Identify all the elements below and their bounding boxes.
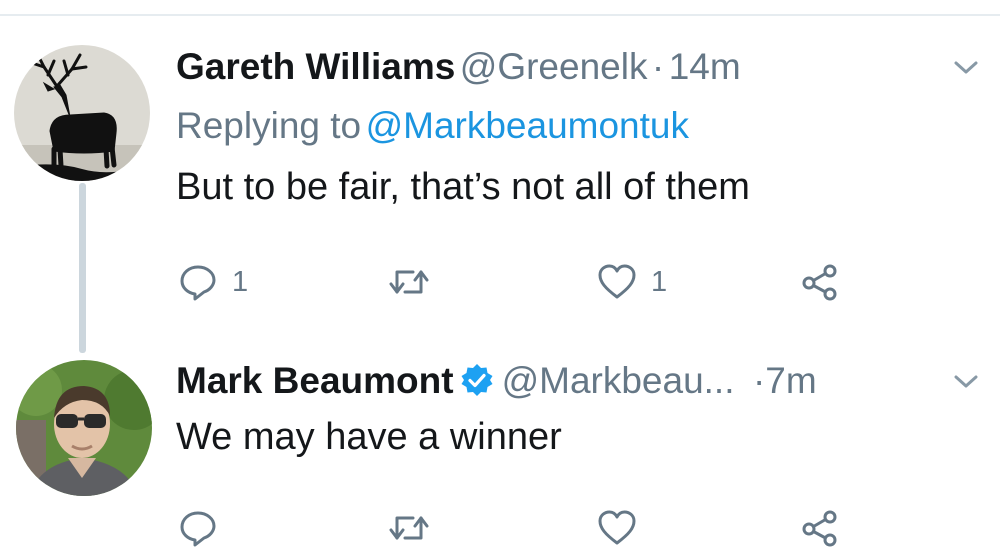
avatar-gareth[interactable] <box>14 45 150 181</box>
like-count: 1 <box>651 265 668 298</box>
retweet-icon <box>389 516 429 540</box>
heart-icon <box>598 264 636 299</box>
author-name[interactable]: Gareth Williams <box>176 46 455 87</box>
share-icon <box>802 264 837 301</box>
tweet-header: Gareth Williams @Greenelk · 14m <box>176 48 741 85</box>
top-divider <box>0 14 1000 16</box>
reply-icon <box>180 265 216 301</box>
like-button[interactable]: 1 <box>597 262 667 302</box>
profile-photo-image <box>16 360 152 496</box>
separator-dot: · <box>752 360 766 401</box>
author-handle[interactable]: @Greenelk <box>460 46 648 87</box>
elk-silhouette-image <box>14 45 150 181</box>
thread-connector-line <box>79 183 86 353</box>
like-button[interactable] <box>597 508 651 548</box>
share-button[interactable] <box>800 508 840 548</box>
tweet-timestamp[interactable]: 7m <box>765 360 816 401</box>
replying-to-handle[interactable]: @Markbeaumontuk <box>366 105 689 146</box>
author-handle[interactable]: @Markbeau... <box>502 360 735 401</box>
separator-dot: · <box>651 46 665 87</box>
author-name[interactable]: Mark Beaumont <box>176 360 454 401</box>
reply-button[interactable]: 1 <box>178 262 248 302</box>
retweet-icon <box>389 270 429 294</box>
heart-icon <box>598 510 636 545</box>
tweet-timestamp[interactable]: 14m <box>669 46 741 87</box>
tweet-text: But to be fair, that’s not all of them <box>176 166 750 208</box>
verified-badge-icon <box>461 364 493 396</box>
share-button[interactable] <box>800 262 840 302</box>
reply-count: 1 <box>232 265 249 298</box>
chevron-down-icon[interactable] <box>953 374 979 390</box>
retweet-button[interactable] <box>387 508 431 548</box>
replying-to-line: Replying to @Markbeaumontuk <box>176 107 689 144</box>
reply-button[interactable] <box>178 508 232 548</box>
replying-to-label: Replying to <box>176 105 362 146</box>
tweet-text: We may have a winner <box>176 416 562 458</box>
chevron-down-icon[interactable] <box>953 60 979 76</box>
avatar-mark[interactable] <box>16 360 152 496</box>
retweet-button[interactable] <box>387 262 431 302</box>
share-icon <box>802 510 837 547</box>
reply-icon <box>180 511 216 547</box>
tweet-header: Mark Beaumont @Markbeau... ·7m <box>176 362 817 399</box>
